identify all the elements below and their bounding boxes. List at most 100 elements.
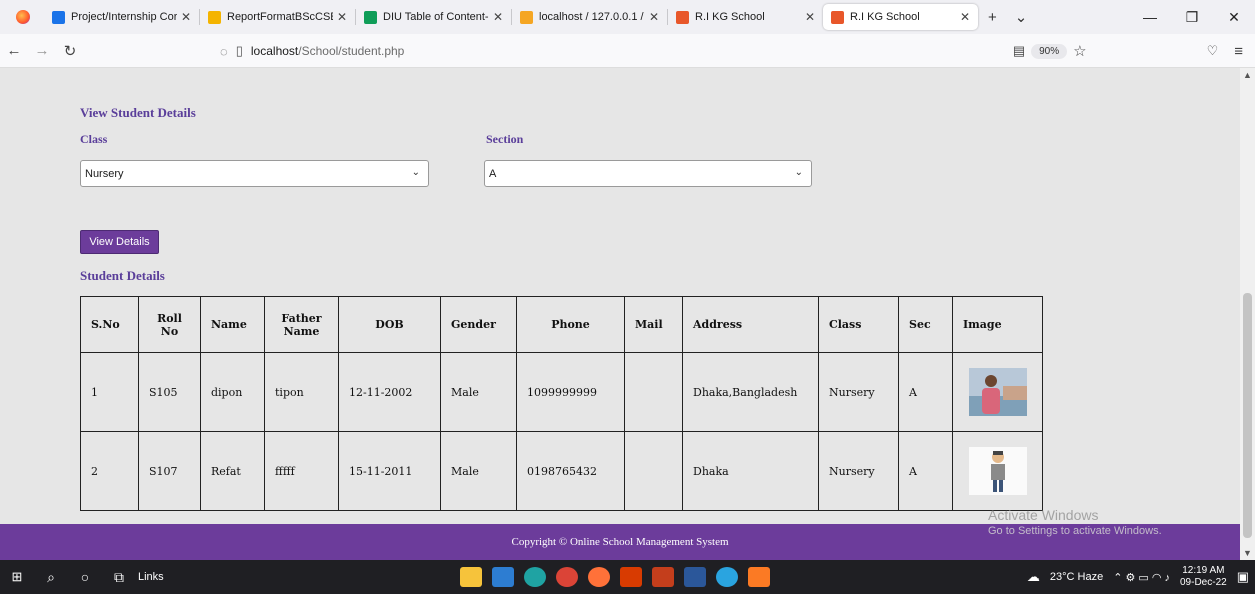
reload-icon[interactable]: ↻	[56, 42, 84, 60]
scroll-thumb[interactable]	[1243, 293, 1252, 538]
taskbar: ⊞ ⌕ ○ ⧉ Links ☁ 23°C Haze ⌃ ⚙ ▭ ◠ ♪ 12:1…	[0, 560, 1255, 594]
cell-father: tipon	[264, 352, 339, 432]
cell-dob: 12-11-2002	[338, 352, 441, 432]
store-icon[interactable]	[492, 567, 514, 587]
column-header: Roll No	[138, 296, 201, 353]
column-header: Gender	[440, 296, 517, 353]
cell-sno: 2	[80, 431, 139, 511]
notification-icon[interactable]: ▣	[1237, 569, 1249, 585]
tab-close-icon[interactable]: ✕	[649, 10, 659, 24]
tab-favicon-icon	[364, 10, 377, 24]
task-view-icon[interactable]: ⧉	[102, 569, 136, 586]
navigation-bar: ← → ↻ ◌ ▯ localhost/School/student.php ▤…	[0, 34, 1255, 68]
cell-mail	[624, 352, 683, 432]
zoom-level[interactable]: 90%	[1031, 43, 1068, 59]
minimize-icon[interactable]: —	[1129, 9, 1171, 25]
activation-watermark-subtitle: Go to Settings to activate Windows.	[988, 525, 1162, 537]
reader-view-icon[interactable]: ▤	[1013, 43, 1025, 59]
browser-tab-bar: Project/Internship Cor ✕ ReportFormatBScCS…	[0, 0, 1255, 34]
new-tab-icon[interactable]: +	[988, 9, 997, 26]
cell-address: Dhaka	[682, 431, 819, 511]
column-header: Class	[818, 296, 899, 353]
page-content: View Student Details Class Nursery ⌄ Sec…	[0, 68, 1240, 524]
page-scrollbar[interactable]: ▲ ▼	[1240, 68, 1255, 560]
restore-icon[interactable]: ❐	[1171, 9, 1213, 26]
shield-icon: ◌	[220, 43, 228, 59]
section-label: Section	[486, 132, 524, 146]
cell-address: Dhaka,Bangladesh	[682, 352, 819, 432]
xampp-icon[interactable]	[748, 567, 770, 587]
tab-label: ReportFormatBScCSEU	[227, 11, 333, 23]
powerpoint-icon[interactable]	[652, 567, 674, 587]
cortana-icon[interactable]: ○	[68, 569, 102, 585]
tab-close-icon[interactable]: ✕	[960, 10, 970, 24]
cell-mail	[624, 431, 683, 511]
scroll-down-icon[interactable]: ▼	[1243, 548, 1252, 558]
bookmark-star-icon[interactable]: ☆	[1073, 42, 1086, 60]
student-photo	[968, 368, 1027, 416]
cell-roll: S105	[138, 352, 201, 432]
browser-tab[interactable]: R.I KG School ✕	[668, 4, 823, 30]
browser-tab[interactable]: ReportFormatBScCSEU ✕	[200, 4, 355, 30]
search-icon[interactable]: ⌕	[34, 569, 68, 586]
windows-start-icon[interactable]: ⊞	[0, 569, 34, 585]
cell-phone: 0198765432	[516, 431, 625, 511]
activation-watermark: Activate Windows	[988, 507, 1099, 523]
url-bar[interactable]: ◌ ▯ localhost/School/student.php	[220, 39, 800, 63]
tab-label: DIU Table of Content- D	[383, 11, 489, 23]
section-select[interactable]: A ⌄	[484, 160, 812, 187]
cell-image	[952, 431, 1043, 511]
tab-close-icon[interactable]: ✕	[337, 10, 347, 24]
system-tray-icons[interactable]: ⌃ ⚙ ▭ ◠ ♪	[1113, 571, 1170, 584]
class-select-value: Nursery	[85, 167, 124, 180]
tab-close-icon[interactable]: ✕	[493, 10, 503, 24]
browser-tab[interactable]: localhost / 127.0.0.1 / s ✕	[512, 4, 667, 30]
back-icon[interactable]: ←	[0, 42, 28, 59]
table-row: 1 S105 dipon tipon 12-11-2002 Male 1099999999 D…	[80, 352, 1043, 432]
view-details-button[interactable]: View Details	[80, 230, 159, 254]
class-label: Class	[80, 132, 108, 146]
column-header: Address	[682, 296, 819, 353]
student-photo	[968, 447, 1027, 495]
clock-date: 09-Dec-22	[1180, 577, 1227, 588]
chevron-down-icon: ⌄	[794, 167, 803, 178]
file-explorer-icon[interactable]	[460, 567, 482, 587]
table-header-row: S.No Roll No Name Father Name DOB Gender Phone…	[80, 296, 1043, 353]
close-window-icon[interactable]: ✕	[1213, 9, 1255, 26]
browser-tab[interactable]: DIU Table of Content- D ✕	[356, 4, 511, 30]
telegram-icon[interactable]	[716, 567, 738, 587]
tab-label: R.I KG School	[850, 11, 920, 23]
browser-tab[interactable]: Project/Internship Cor ✕	[44, 4, 199, 30]
clock[interactable]: 12:19 AM 09-Dec-22	[1180, 565, 1227, 589]
cell-class: Nursery	[818, 352, 899, 432]
cell-sec: A	[898, 352, 953, 432]
cell-image	[952, 352, 1043, 432]
url-host: localhost	[250, 44, 299, 58]
student-table: S.No Roll No Name Father Name DOB Gender Phone…	[80, 296, 1043, 511]
pocket-icon[interactable]: ♡	[1207, 43, 1219, 59]
forward-icon[interactable]: →	[28, 42, 56, 59]
links-toolbar[interactable]: Links	[138, 571, 164, 583]
tab-label: localhost / 127.0.0.1 / s	[539, 11, 645, 23]
weather-text[interactable]: 23°C Haze	[1050, 571, 1103, 583]
scroll-up-icon[interactable]: ▲	[1243, 70, 1252, 80]
word-icon[interactable]	[684, 567, 706, 587]
browser-tab[interactable]: R.I KG School ✕	[823, 4, 978, 30]
tab-favicon-icon	[208, 10, 221, 24]
office-icon[interactable]	[620, 567, 642, 587]
section-select-value: A	[489, 167, 497, 180]
tab-close-icon[interactable]: ✕	[181, 10, 191, 24]
menu-icon[interactable]: ≡	[1234, 43, 1243, 60]
chrome-icon[interactable]	[556, 567, 578, 587]
firefox-icon	[16, 10, 30, 24]
edge-icon[interactable]	[524, 567, 546, 587]
table-row: 2 S107 Refat fffff 15-11-2011 Male 0198765432 D…	[80, 431, 1043, 511]
tab-favicon-icon	[52, 10, 65, 24]
column-header: Sec	[898, 296, 953, 353]
cell-gender: Male	[440, 431, 517, 511]
column-header: Mail	[624, 296, 683, 353]
firefox-taskbar-icon[interactable]	[588, 567, 610, 587]
tab-close-icon[interactable]: ✕	[805, 10, 815, 24]
tab-list-icon[interactable]: ⌄	[1015, 8, 1028, 26]
class-select[interactable]: Nursery ⌄	[80, 160, 429, 187]
